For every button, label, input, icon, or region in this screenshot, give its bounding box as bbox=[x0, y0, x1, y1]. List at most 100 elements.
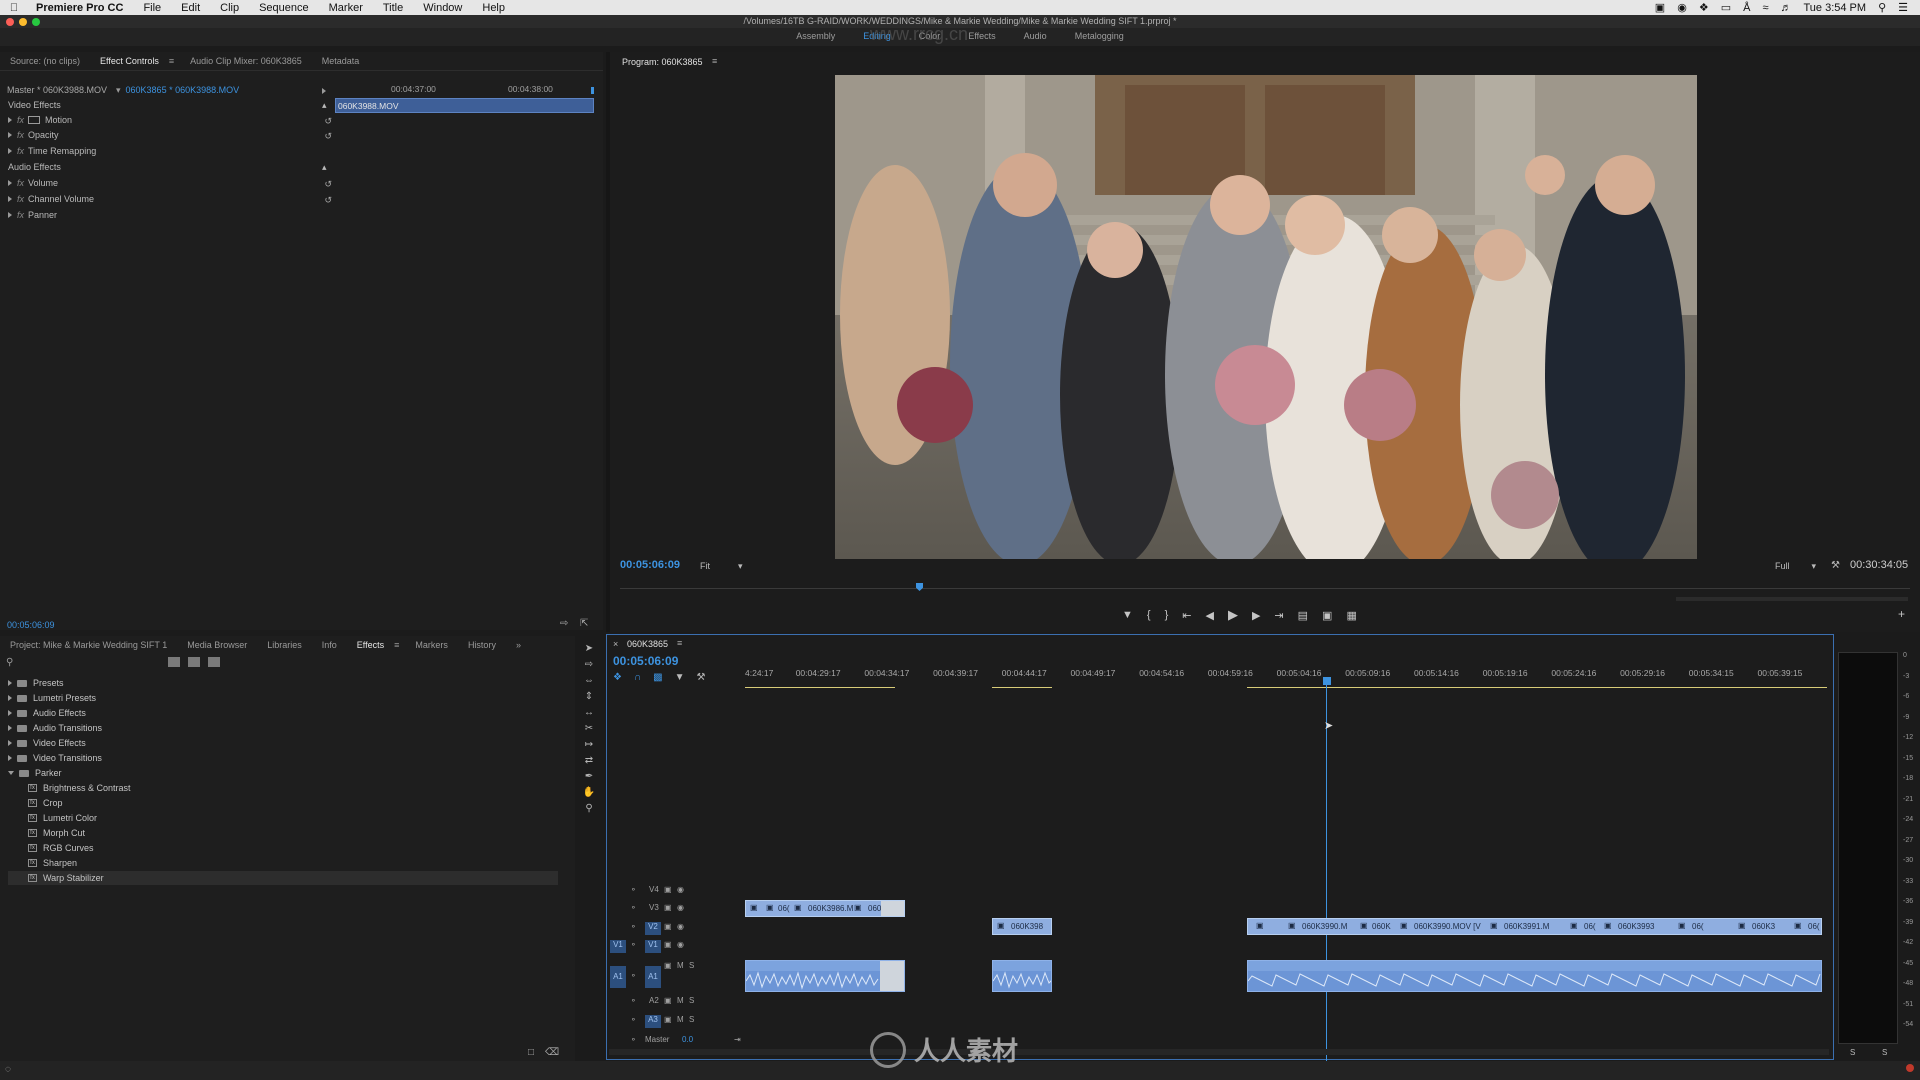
fx-badge-icon[interactable]: ▣ bbox=[1490, 921, 1498, 930]
folder-lumetri-presets[interactable]: Lumetri Presets bbox=[8, 691, 96, 705]
clip-v3[interactable]: ▣ ▣ 06( ▣ 060K3986.M ▣ 060 bbox=[745, 900, 905, 917]
program-timecode[interactable]: 00:05:06:09 bbox=[620, 559, 680, 571]
go-to-out-icon[interactable]: ⇥ bbox=[1274, 609, 1283, 622]
app-name-menu[interactable]: Premiere Pro CC bbox=[28, 2, 133, 14]
fx-badge-icon[interactable]: fx bbox=[17, 210, 24, 220]
mute-button[interactable]: M bbox=[677, 996, 684, 1005]
reset-icon[interactable]: ↺ bbox=[324, 131, 332, 142]
step-back-icon[interactable]: ◀ bbox=[1205, 609, 1213, 622]
creative-cloud-icon[interactable]: ◉ bbox=[1677, 1, 1687, 14]
lock-icon[interactable]: ⚬ bbox=[630, 940, 637, 949]
effect-item-lumetri-color[interactable]: fx Lumetri Color bbox=[28, 811, 97, 825]
sync-lock-icon[interactable]: ▣ bbox=[664, 940, 672, 949]
eye-icon[interactable]: ◉ bbox=[677, 940, 684, 949]
reset-icon[interactable]: ↺ bbox=[324, 116, 332, 127]
wrench-icon[interactable]: ⚒ bbox=[1831, 560, 1840, 571]
menu-marker[interactable]: Marker bbox=[319, 2, 373, 14]
fx-badge-icon[interactable]: ▣ bbox=[766, 903, 774, 912]
accelerated-effects-icon[interactable] bbox=[168, 657, 180, 667]
trash-icon[interactable]: ⌫ bbox=[545, 1047, 559, 1058]
ripple-edit-tool-icon[interactable]: ⇔ bbox=[582, 674, 596, 688]
selection-tool-icon[interactable]: ➤ bbox=[582, 642, 596, 656]
fx-badge-icon[interactable]: ▣ bbox=[1288, 921, 1296, 930]
play-icon[interactable]: ▶ bbox=[1228, 607, 1238, 623]
mute-button[interactable]: M bbox=[677, 1015, 684, 1024]
wifi-icon[interactable]: ≈ bbox=[1762, 2, 1768, 14]
clip-v2-sequence[interactable]: ▣ ▣ 060K3990.M ▣ 060K ▣ 060K3990.MOV [V … bbox=[1247, 918, 1822, 935]
folder-video-effects[interactable]: Video Effects bbox=[8, 736, 86, 750]
button-editor-icon[interactable]: + bbox=[1898, 607, 1905, 621]
fx-clip-bar[interactable]: 060K3988.MOV bbox=[335, 98, 594, 113]
fx-badge-icon[interactable]: fx bbox=[17, 146, 24, 156]
fx-badge-icon[interactable]: fx bbox=[17, 194, 24, 204]
effect-row-panner[interactable]: fx Panner bbox=[8, 210, 338, 223]
sync-lock-icon[interactable]: ▣ bbox=[664, 996, 672, 1005]
sequence-tab[interactable]: 060K3865 bbox=[627, 639, 668, 649]
error-indicator-icon[interactable] bbox=[1906, 1064, 1914, 1072]
step-forward-icon[interactable]: ▶ bbox=[1252, 609, 1260, 622]
lock-icon[interactable]: ⚬ bbox=[630, 922, 637, 931]
fx-badge-icon[interactable]: ▣ bbox=[1604, 921, 1612, 930]
expand-arrow-icon[interactable] bbox=[8, 212, 12, 218]
folder-audio-transitions[interactable]: Audio Transitions bbox=[8, 721, 102, 735]
nest-toggle-icon[interactable]: ❖ bbox=[613, 672, 622, 683]
sync-lock-icon[interactable]: ▣ bbox=[664, 1015, 672, 1024]
program-video-frame[interactable] bbox=[835, 75, 1697, 559]
reset-icon[interactable]: ↺ bbox=[324, 179, 332, 190]
eye-icon[interactable]: ◉ bbox=[677, 903, 684, 912]
solo-button[interactable]: S bbox=[689, 996, 694, 1005]
fx-playhead[interactable] bbox=[591, 87, 594, 94]
eye-icon[interactable]: ◉ bbox=[677, 885, 684, 894]
fx-badge-icon[interactable]: ▣ bbox=[1570, 921, 1578, 930]
workspace-assembly[interactable]: Assembly bbox=[782, 28, 849, 46]
new-bin-icon[interactable]: □ bbox=[528, 1047, 534, 1058]
track-select-tool-icon[interactable]: ⇨ bbox=[582, 658, 596, 672]
program-monitor-title[interactable]: Program: 060K3865 bbox=[622, 57, 703, 67]
menu-edit[interactable]: Edit bbox=[171, 2, 210, 14]
dropbox-icon[interactable]: ❖ bbox=[1699, 1, 1709, 14]
expand-arrow-icon[interactable] bbox=[8, 117, 12, 123]
audio-clip-a1[interactable] bbox=[745, 960, 905, 992]
sync-lock-icon[interactable]: ▣ bbox=[664, 885, 672, 894]
track-header-v2[interactable]: ⚬ V2 ▣ ◉ bbox=[607, 922, 742, 939]
notification-center-icon[interactable]: ☰ bbox=[1898, 1, 1908, 14]
effect-item-brightness-contrast[interactable]: fx Brightness & Contrast bbox=[28, 781, 131, 795]
fx-badge-icon[interactable]: ▣ bbox=[854, 903, 862, 912]
yuv-effects-icon[interactable] bbox=[208, 657, 220, 667]
source-patch-a1[interactable]: A1 bbox=[610, 966, 626, 988]
expand-arrow-icon[interactable] bbox=[8, 196, 12, 202]
expand-arrow-icon[interactable] bbox=[8, 132, 12, 138]
panel-menu-icon[interactable]: ≡ bbox=[712, 56, 717, 66]
extract-icon[interactable]: ▣ bbox=[1322, 609, 1332, 622]
menu-clip[interactable]: Clip bbox=[210, 2, 249, 14]
effect-row-channel-volume[interactable]: fx Channel Volume ↺ bbox=[8, 194, 338, 207]
effect-item-rgb-curves[interactable]: fx RGB Curves bbox=[28, 841, 94, 855]
mark-in-icon[interactable]: { bbox=[1147, 609, 1151, 621]
mute-button[interactable]: M bbox=[677, 961, 684, 970]
source-patch-v1[interactable]: V1 bbox=[610, 940, 626, 953]
effect-item-morph-cut[interactable]: fx Morph Cut bbox=[28, 826, 85, 840]
zoom-fit-dropdown[interactable]: Fit ▾ bbox=[700, 561, 743, 572]
slide-tool-icon[interactable]: ⇄ bbox=[582, 754, 596, 768]
expand-arrow-icon[interactable] bbox=[8, 695, 12, 701]
fx-badge-icon[interactable]: fx bbox=[17, 115, 24, 125]
timeline-playhead-line[interactable] bbox=[1326, 685, 1327, 1061]
reset-icon[interactable]: ↺ bbox=[324, 195, 332, 206]
tab-info[interactable]: Info bbox=[312, 640, 347, 650]
timeline-timecode[interactable]: 00:05:06:09 bbox=[613, 654, 678, 668]
go-to-in-icon[interactable]: ⇤ bbox=[1182, 609, 1191, 622]
tab-markers[interactable]: Markers bbox=[405, 640, 458, 650]
collapse-arrow-icon[interactable]: ▴ bbox=[322, 100, 327, 111]
tab-libraries[interactable]: Libraries bbox=[257, 640, 312, 650]
export-frame-icon[interactable]: ▦ bbox=[1346, 609, 1356, 622]
folder-audio-effects[interactable]: Audio Effects bbox=[8, 706, 86, 720]
panel-menu-icon[interactable]: ≡ bbox=[677, 638, 682, 648]
fx-badge-icon[interactable]: ▣ bbox=[1400, 921, 1408, 930]
solo-left-button[interactable]: S bbox=[1850, 1048, 1855, 1057]
menu-title[interactable]: Title bbox=[373, 2, 413, 14]
tab-audio-clip-mixer[interactable]: Audio Clip Mixer: 060K3865 bbox=[180, 56, 312, 66]
rolling-edit-tool-icon[interactable]: ⇕ bbox=[582, 690, 596, 704]
effect-row-opacity[interactable]: fx Opacity ↺ bbox=[8, 130, 338, 143]
volume-icon[interactable]: ♬ bbox=[1780, 2, 1791, 14]
collapse-arrow-icon[interactable]: ▴ bbox=[322, 162, 327, 173]
